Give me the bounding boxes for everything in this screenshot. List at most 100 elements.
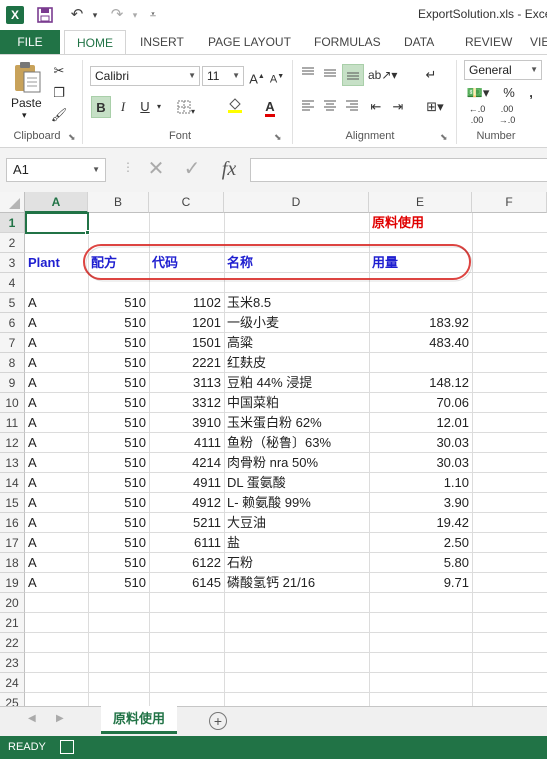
cell-formula[interactable]: 510: [88, 353, 149, 373]
align-center-icon[interactable]: [320, 96, 340, 118]
cell-code[interactable]: 1501: [149, 333, 224, 353]
bold-button[interactable]: B: [91, 96, 111, 118]
cell-plant[interactable]: A: [25, 413, 88, 433]
cell-code[interactable]: 1201: [149, 313, 224, 333]
row-header[interactable]: 1: [0, 213, 25, 233]
scroll-sheets-right-icon[interactable]: ▶: [56, 713, 64, 724]
cell-plant[interactable]: A: [25, 393, 88, 413]
row-header[interactable]: 22: [0, 633, 25, 653]
row-header[interactable]: 16: [0, 513, 25, 533]
italic-button[interactable]: I: [114, 96, 132, 118]
row-header[interactable]: 6: [0, 313, 25, 333]
cell-plant[interactable]: A: [25, 373, 88, 393]
cell-formula[interactable]: 510: [88, 513, 149, 533]
column-header-b[interactable]: B: [88, 192, 149, 213]
tab-review[interactable]: REVIEW: [465, 30, 512, 54]
worksheet-grid[interactable]: A B C D E F 1 2 3 4 5 6 7 8 9 10 11 12 1…: [0, 192, 547, 706]
row-header[interactable]: 17: [0, 533, 25, 553]
tab-file[interactable]: FILE: [0, 30, 60, 54]
row-header[interactable]: 5: [0, 293, 25, 313]
increase-indent-icon[interactable]: ⇥: [388, 96, 408, 118]
decrease-decimal-icon[interactable]: .00 →.0: [494, 104, 520, 126]
save-icon[interactable]: [34, 5, 56, 25]
cell-code[interactable]: 4912: [149, 493, 224, 513]
customize-qat-icon[interactable]: ⩡: [142, 5, 164, 25]
row-header[interactable]: 24: [0, 673, 25, 693]
alignment-launcher-icon[interactable]: ⬊: [440, 132, 448, 143]
top-align-icon[interactable]: [298, 64, 318, 86]
column-header-c[interactable]: C: [149, 192, 224, 213]
cell-code[interactable]: 1102: [149, 293, 224, 313]
cell-name[interactable]: 红麸皮: [224, 353, 369, 373]
cell-plant[interactable]: A: [25, 433, 88, 453]
number-format-select[interactable]: General ▼: [464, 60, 542, 80]
row-header[interactable]: 12: [0, 433, 25, 453]
column-header-a[interactable]: A: [25, 192, 88, 213]
cell-usage[interactable]: 19.42: [369, 513, 472, 533]
row-header[interactable]: 9: [0, 373, 25, 393]
cell-formula[interactable]: 510: [88, 553, 149, 573]
bottom-align-icon[interactable]: [342, 64, 364, 86]
cell-name[interactable]: 一级小麦: [224, 313, 369, 333]
align-right-icon[interactable]: [342, 96, 362, 118]
clipboard-launcher-icon[interactable]: ⬊: [68, 132, 76, 143]
header-cell-plant[interactable]: Plant: [25, 253, 60, 273]
increase-font-size-icon[interactable]: A▲: [248, 66, 266, 88]
cell-usage[interactable]: 483.40: [369, 333, 472, 353]
row-header[interactable]: 20: [0, 593, 25, 613]
merge-center-icon[interactable]: ⊞▾: [420, 96, 450, 118]
formula-bar-grip-icon[interactable]: ⋮: [122, 160, 134, 180]
cell-usage[interactable]: [369, 353, 472, 373]
row-header[interactable]: 21: [0, 613, 25, 633]
wrap-text-icon[interactable]: ↵: [420, 64, 442, 86]
cell-code[interactable]: 5211: [149, 513, 224, 533]
cell-code[interactable]: 6122: [149, 553, 224, 573]
cell-plant[interactable]: A: [25, 333, 88, 353]
cell-usage[interactable]: 2.50: [369, 533, 472, 553]
decrease-font-size-icon[interactable]: A▼: [268, 66, 286, 88]
cell-usage[interactable]: 30.03: [369, 453, 472, 473]
row-header[interactable]: 15: [0, 493, 25, 513]
paste-icon[interactable]: [12, 60, 42, 94]
add-sheet-icon[interactable]: +: [209, 712, 227, 730]
row-header[interactable]: 8: [0, 353, 25, 373]
cell-usage[interactable]: [369, 293, 472, 313]
row-header[interactable]: 10: [0, 393, 25, 413]
format-painter-icon[interactable]: 🖌: [48, 104, 70, 126]
cell-usage[interactable]: 30.03: [369, 433, 472, 453]
cell-name[interactable]: 石粉: [224, 553, 369, 573]
column-header-e[interactable]: E: [369, 192, 472, 213]
cell-name[interactable]: 中国菜粕: [224, 393, 369, 413]
column-header-d[interactable]: D: [224, 192, 369, 213]
cell-formula[interactable]: 510: [88, 433, 149, 453]
row-header[interactable]: 14: [0, 473, 25, 493]
cell-e1[interactable]: 原料使用: [369, 213, 424, 233]
orientation-icon[interactable]: ab↗▾: [368, 64, 397, 86]
cell-plant[interactable]: A: [25, 493, 88, 513]
scroll-sheets-left-icon[interactable]: ◀: [28, 713, 36, 724]
paste-button[interactable]: Paste: [11, 96, 42, 110]
fill-color-icon[interactable]: [222, 96, 248, 118]
cell-name[interactable]: DL 蛋氨酸: [224, 473, 369, 493]
cell-formula[interactable]: 510: [88, 573, 149, 593]
cell-name[interactable]: 高粱: [224, 333, 369, 353]
cell-plant[interactable]: A: [25, 313, 88, 333]
cell-name[interactable]: 鱼粉（秘鲁〕63%: [224, 433, 369, 453]
cell-plant[interactable]: A: [25, 293, 88, 313]
tab-insert[interactable]: INSERT: [140, 30, 184, 54]
tab-page-layout[interactable]: PAGE LAYOUT: [208, 30, 291, 54]
cell-name[interactable]: 玉米蛋白粉 62%: [224, 413, 369, 433]
cell-code[interactable]: 3312: [149, 393, 224, 413]
cell-formula[interactable]: 510: [88, 373, 149, 393]
copy-icon[interactable]: ❐: [48, 82, 70, 104]
cell-usage[interactable]: 3.90: [369, 493, 472, 513]
cell-plant[interactable]: A: [25, 473, 88, 493]
borders-icon[interactable]: ▾: [172, 96, 200, 118]
cell-code[interactable]: 4111: [149, 433, 224, 453]
cell-name[interactable]: 玉米8.5: [224, 293, 369, 313]
cancel-icon[interactable]: ✕: [142, 155, 170, 183]
cell-name[interactable]: 大豆油: [224, 513, 369, 533]
cell-formula[interactable]: 510: [88, 533, 149, 553]
paste-dropdown-icon[interactable]: ▾: [22, 110, 27, 121]
cell-code[interactable]: 4911: [149, 473, 224, 493]
